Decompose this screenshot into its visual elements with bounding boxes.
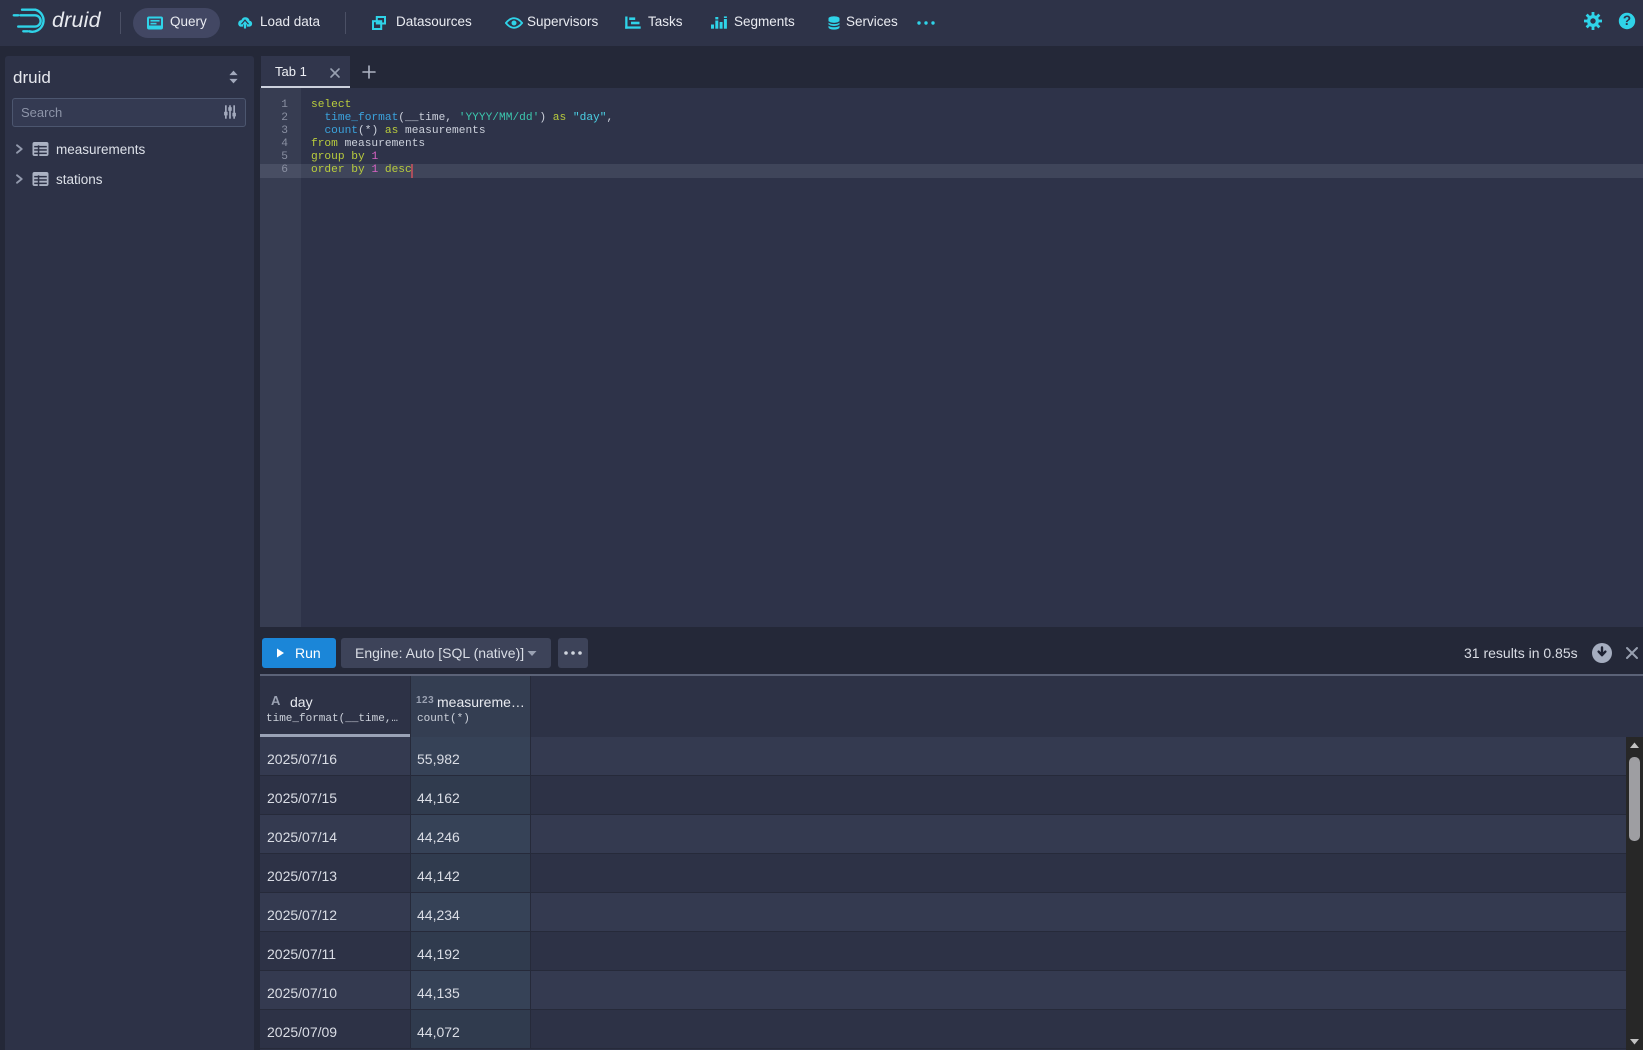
svg-text:?: ?	[1623, 13, 1631, 28]
